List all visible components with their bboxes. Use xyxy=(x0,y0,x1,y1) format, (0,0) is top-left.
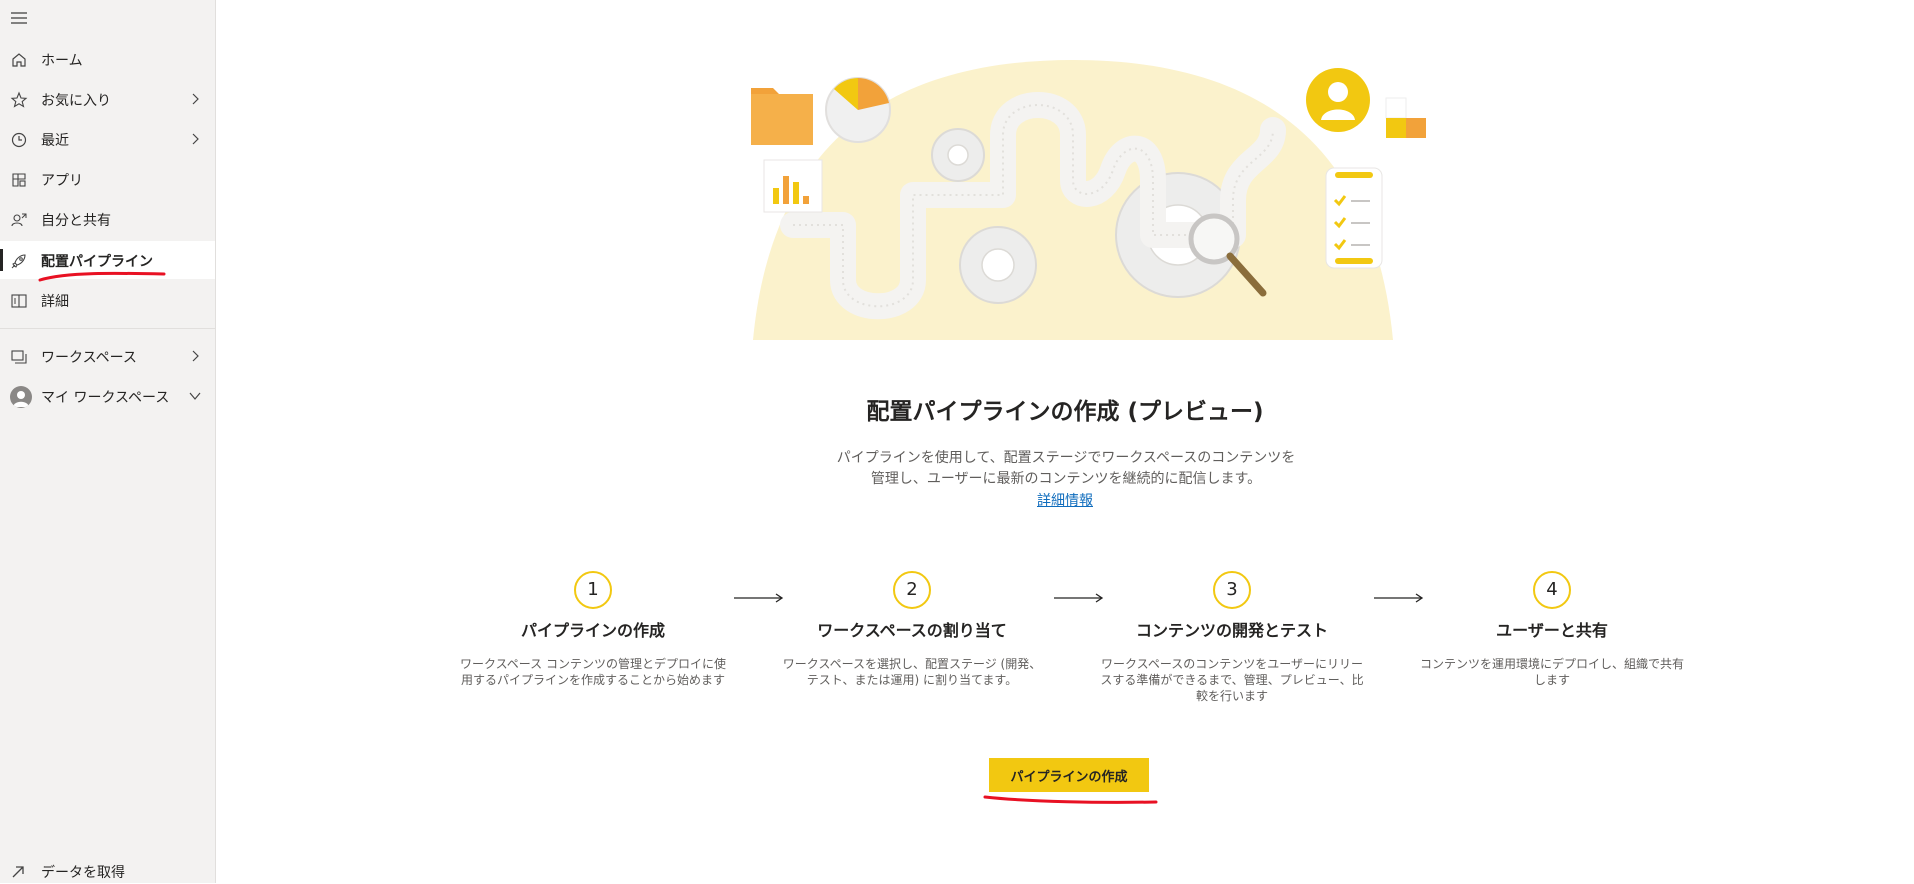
step-number-badge: 4 xyxy=(1533,571,1571,609)
step-description-line: コンテンツを運用環境にデプロイし、組織で共有 xyxy=(1419,657,1684,671)
rocket-icon xyxy=(10,252,28,270)
page-title: 配置パイプラインの作成 (プレビュー) xyxy=(866,399,1264,425)
sidebar-item-label: マイ ワークスペース xyxy=(41,390,170,406)
step-number-badge: 2 xyxy=(893,571,931,609)
sidebar-item-label: お気に入り xyxy=(41,93,111,109)
step-description: ワークスペースのコンテンツをユーザーにリリー スする準備ができるまで、管理、プレ… xyxy=(1092,656,1372,704)
description-line: 管理し、ユーザーに最新のコンテンツを継続的に配信します。 xyxy=(870,471,1262,487)
sidebar-item-label: ホーム xyxy=(41,53,83,69)
chevron-right-icon[interactable] xyxy=(189,92,201,106)
step-develop-test: 3 コンテンツの開発とテスト ワークスペースのコンテンツをユーザーにリリー スす… xyxy=(1090,571,1374,704)
clock-icon xyxy=(10,131,28,149)
sidebar-divider xyxy=(0,328,215,329)
step-assign-workspace: 2 ワークスペースの割り当て ワークスペースを選択し、配置ステージ (開発、 テ… xyxy=(770,571,1054,688)
star-icon xyxy=(10,91,28,109)
step-description-line: ワークスペース コンテンツの管理とデプロイに使 xyxy=(459,657,727,671)
page-description: パイプラインを使用して、配置ステージでワークスペースのコンテンツを 管理し、ユー… xyxy=(796,448,1336,490)
annotation-underline-button xyxy=(983,795,1158,804)
apps-icon xyxy=(10,171,28,189)
description-line: パイプラインを使用して、配置ステージでワークスペースのコンテンツを xyxy=(836,450,1296,466)
step-description-line: 較を行います xyxy=(1195,689,1268,703)
sidebar-item-label: 自分と共有 xyxy=(41,213,111,229)
step-description-line: テスト、または運用) に割り当てます。 xyxy=(806,673,1018,687)
step-title: ユーザーと共有 xyxy=(1496,621,1608,640)
sidebar-item-workspaces[interactable]: ワークスペース xyxy=(0,337,215,375)
sidebar-item-label: ワークスペース xyxy=(41,350,137,366)
sidebar-item-label: 最近 xyxy=(41,133,69,149)
step-description-line: します xyxy=(1533,673,1570,687)
step-share-users: 4 ユーザーと共有 コンテンツを運用環境にデプロイし、組織で共有 します xyxy=(1410,571,1694,688)
sidebar-item-home[interactable]: ホーム xyxy=(0,40,215,78)
step-number-badge: 1 xyxy=(574,571,612,609)
sidebar-item-recent[interactable]: 最近 xyxy=(0,120,215,158)
hamburger-menu-icon[interactable] xyxy=(10,10,32,28)
home-icon xyxy=(10,51,28,69)
step-description-line: ワークスペースを選択し、配置ステージ (開発、 xyxy=(782,657,1042,671)
sidebar-item-label: 詳細 xyxy=(41,294,69,310)
workspaces-icon xyxy=(10,348,28,366)
left-nav-sidebar: ホーム お気に入り 最近 アプリ 自分と共有 配置パイプライン 詳細 ワークスペ… xyxy=(0,0,216,883)
sidebar-item-my-workspace[interactable]: マイ ワークスペース xyxy=(0,377,215,415)
sidebar-item-learn[interactable]: 詳細 xyxy=(0,281,215,319)
step-create-pipeline: 1 パイプラインの作成 ワークスペース コンテンツの管理とデプロイに使 用するパ… xyxy=(451,571,735,688)
arrow-up-right-icon xyxy=(10,864,26,880)
step-description-line: ワークスペースのコンテンツをユーザーにリリー xyxy=(1101,657,1363,671)
create-pipeline-button[interactable]: パイプラインの作成 xyxy=(989,758,1149,792)
get-data-label: データを取得 xyxy=(41,865,125,881)
step-description: ワークスペースを選択し、配置ステージ (開発、 テスト、または運用) に割り当て… xyxy=(772,656,1052,688)
step-number-badge: 3 xyxy=(1213,571,1251,609)
step-description-line: スする準備ができるまで、管理、プレビュー、比 xyxy=(1100,673,1364,687)
pipeline-hero-illustration xyxy=(751,60,1426,340)
step-description: コンテンツを運用環境にデプロイし、組織で共有 します xyxy=(1412,656,1692,688)
chevron-right-icon[interactable] xyxy=(189,349,201,363)
learn-more-link[interactable]: 詳細情報 xyxy=(216,490,1914,510)
shared-with-me-icon xyxy=(10,211,28,229)
step-title: ワークスペースの割り当て xyxy=(817,621,1007,640)
chevron-down-icon[interactable] xyxy=(189,389,201,403)
get-data-button[interactable]: データを取得 xyxy=(0,862,215,882)
book-icon xyxy=(10,292,28,310)
sidebar-item-apps[interactable]: アプリ xyxy=(0,160,215,198)
sidebar-item-shared-with-me[interactable]: 自分と共有 xyxy=(0,200,215,238)
sidebar-item-label: アプリ xyxy=(41,173,83,189)
step-title: パイプラインの作成 xyxy=(520,621,665,640)
avatar xyxy=(10,386,32,408)
step-description: ワークスペース コンテンツの管理とデプロイに使 用するパイプラインを作成すること… xyxy=(453,656,733,688)
chevron-right-icon[interactable] xyxy=(189,132,201,146)
step-title: コンテンツの開発とテスト xyxy=(1135,621,1328,640)
main-content: 配置パイプラインの作成 (プレビュー) パイプラインを使用して、配置ステージでワ… xyxy=(216,0,1914,883)
sidebar-item-favorites[interactable]: お気に入り xyxy=(0,80,215,118)
step-description-line: 用するパイプラインを作成することから始めます xyxy=(460,673,725,687)
